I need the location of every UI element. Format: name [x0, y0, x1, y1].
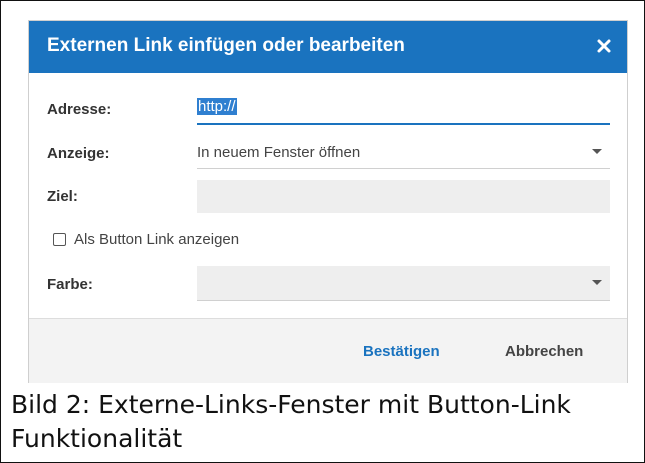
- display-selected-value: In neuem Fenster öffnen: [197, 144, 361, 161]
- color-select[interactable]: [197, 266, 610, 301]
- button-link-label: Als Button Link anzeigen: [74, 231, 240, 248]
- color-label: Farbe:: [47, 276, 93, 293]
- close-button[interactable]: [591, 33, 617, 59]
- display-label: Anzeige:: [47, 145, 110, 162]
- dialog-footer: Bestätigen Abbrechen: [29, 318, 627, 383]
- link-dialog: Externen Link einfügen oder bearbeiten A…: [28, 20, 628, 383]
- target-input[interactable]: [197, 180, 610, 213]
- figure-frame: Externen Link einfügen oder bearbeiten A…: [0, 0, 645, 463]
- target-label: Ziel:: [47, 188, 78, 205]
- chevron-down-icon: [592, 149, 602, 154]
- button-link-checkbox[interactable]: [53, 233, 66, 246]
- address-input[interactable]: http://: [197, 93, 610, 125]
- figure-caption: Bild 2: Externe-Links-Fenster mit Button…: [11, 390, 571, 453]
- dialog-title: Externen Link einfügen oder bearbeiten: [47, 35, 405, 56]
- confirm-button[interactable]: Bestätigen: [363, 343, 440, 360]
- address-label: Adresse:: [47, 101, 112, 118]
- chevron-down-icon: [592, 280, 602, 285]
- cancel-button[interactable]: Abbrechen: [505, 343, 583, 360]
- display-select[interactable]: In neuem Fenster öffnen: [197, 137, 610, 169]
- dialog-titlebar: Externen Link einfügen oder bearbeiten: [29, 21, 627, 73]
- close-icon: [597, 39, 611, 53]
- address-value: http://: [197, 98, 237, 115]
